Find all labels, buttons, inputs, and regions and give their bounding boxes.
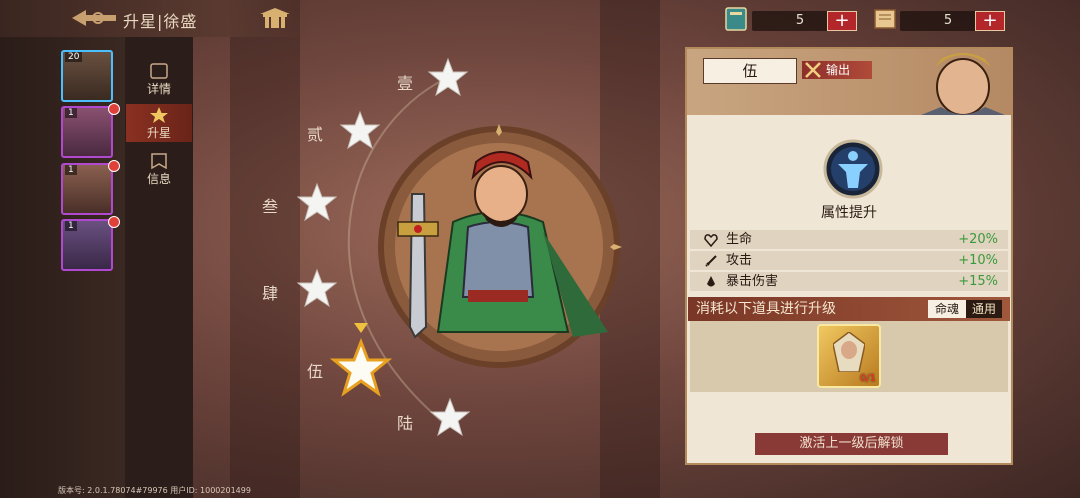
- avatar[interactable]: 1: [61, 219, 113, 271]
- background-pillar: [230, 0, 300, 498]
- role-label: 输出: [826, 63, 851, 77]
- unlock-button[interactable]: 激活上一级后解锁: [755, 433, 948, 455]
- avatar-level: 1: [65, 108, 77, 118]
- avatar[interactable]: 20: [61, 50, 113, 102]
- attribute-name: 暴击伤害: [726, 274, 779, 289]
- scroll-tab-icon: [150, 63, 168, 79]
- tab-label: 升星: [146, 126, 171, 140]
- avatar[interactable]: 1: [61, 163, 113, 215]
- star-label: 伍: [307, 362, 324, 381]
- hero-shard-icon: [833, 332, 865, 372]
- attribute-row: 生命 +20%: [690, 230, 1008, 249]
- attribute-value: +10%: [958, 253, 998, 268]
- avatar[interactable]: 1: [61, 106, 113, 158]
- heart-icon: [704, 234, 718, 247]
- attribute-title: 属性提升: [821, 205, 877, 221]
- attribute-value: +15%: [958, 274, 998, 289]
- version-text: 版本号: 2.0.1.78074#79976 用户ID: 1000201499: [58, 486, 251, 495]
- hero-bust: [921, 53, 1005, 115]
- tab-label: 信息: [146, 172, 171, 186]
- tab-star-up[interactable]: 升星: [126, 104, 192, 142]
- tab-details[interactable]: 详情: [126, 60, 192, 100]
- attribute-name: 生命: [726, 232, 753, 247]
- add-book-button[interactable]: +: [827, 11, 857, 31]
- avatar-level: 20: [65, 52, 83, 62]
- star-label: 叁: [262, 197, 279, 216]
- scroll-icon: [874, 9, 896, 29]
- crit-icon: [707, 276, 715, 287]
- hero-portrait: [378, 124, 622, 368]
- star-label: 陆: [397, 414, 414, 433]
- item-slot[interactable]: 0/1: [817, 324, 881, 388]
- star-icon[interactable]: [428, 57, 468, 97]
- attribute-name: 攻击: [726, 253, 753, 268]
- alert-dot: [108, 216, 120, 228]
- item-count: 0/1: [859, 373, 876, 384]
- star-label: 贰: [307, 125, 324, 144]
- rank-label: 伍: [703, 58, 797, 84]
- book-icon: [725, 7, 747, 31]
- page-title: 升星|徐盛: [123, 12, 198, 31]
- star-label: 肆: [262, 284, 279, 303]
- gate-icon[interactable]: [258, 6, 292, 30]
- current-marker-icon: [354, 323, 368, 333]
- tab-soul[interactable]: 命魂: [928, 300, 966, 318]
- sword-icon: [705, 255, 717, 267]
- banner-tab-icon: [151, 153, 167, 170]
- avatar-level: 1: [65, 165, 77, 175]
- attribute-row: 暴击伤害 +15%: [690, 272, 1008, 291]
- star-icon[interactable]: [430, 397, 470, 437]
- star-label: 壹: [397, 74, 414, 93]
- consume-bar: 消耗以下道具进行升级 命魂 通用: [688, 297, 1010, 321]
- star-icon[interactable]: [297, 268, 337, 308]
- alert-dot: [108, 103, 120, 115]
- role-badge: 输出: [802, 61, 872, 79]
- avatar-level: 1: [65, 221, 77, 231]
- attribute-value: +20%: [958, 232, 998, 247]
- add-scroll-button[interactable]: +: [975, 11, 1005, 31]
- star-tab-icon: [150, 107, 168, 123]
- tab-info[interactable]: 信息: [126, 150, 192, 190]
- attribute-row: 攻击 +10%: [690, 251, 1008, 270]
- back-icon[interactable]: [68, 6, 120, 30]
- tab-general[interactable]: 通用: [966, 300, 1002, 318]
- star-icon[interactable]: [297, 182, 337, 222]
- consume-label: 消耗以下道具进行升级: [696, 301, 836, 317]
- attribute-boost-icon: [823, 139, 883, 199]
- crossed-swords-icon: [805, 62, 821, 78]
- tab-label: 详情: [146, 82, 171, 96]
- alert-dot: [108, 160, 120, 172]
